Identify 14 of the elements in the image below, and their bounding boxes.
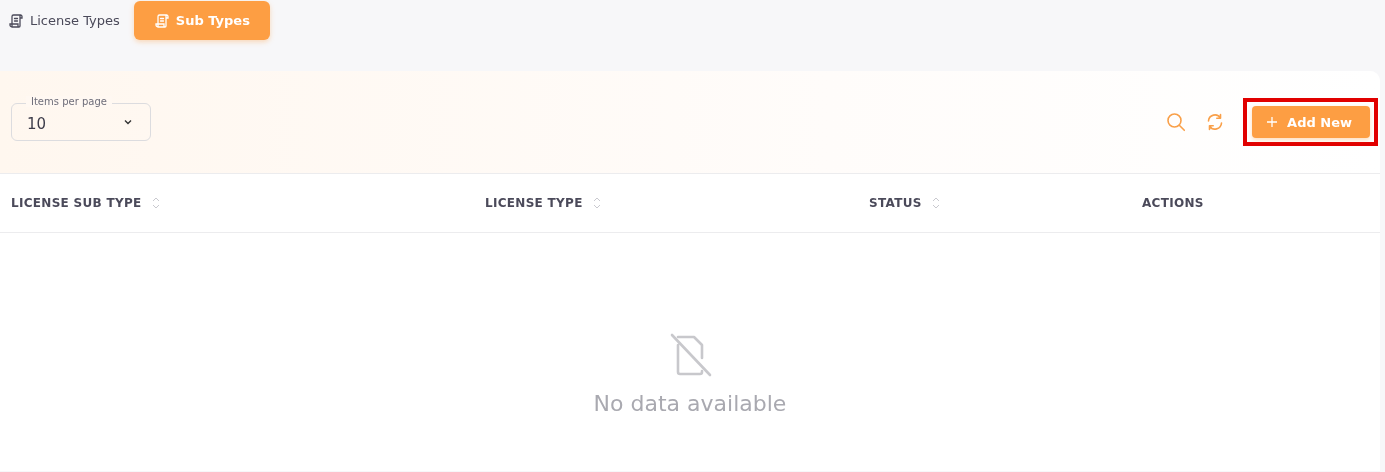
column-header: ACTIONS (1142, 196, 1204, 210)
sort-icon[interactable] (151, 196, 160, 210)
no-document-icon (668, 333, 712, 377)
tab[interactable]: License Types (8, 1, 120, 40)
plus-icon (1266, 116, 1279, 128)
scroll-icon (8, 12, 24, 29)
column-header: LICENSE TYPE (485, 196, 583, 210)
column-header: LICENSE SUB TYPE (11, 196, 142, 210)
search-icon[interactable] (1165, 111, 1188, 133)
column-header: STATUS (869, 196, 922, 210)
scroll-icon (153, 12, 170, 29)
empty-message: No data available (593, 391, 787, 416)
sort-icon[interactable] (931, 196, 940, 210)
sort-icon[interactable] (592, 196, 601, 210)
